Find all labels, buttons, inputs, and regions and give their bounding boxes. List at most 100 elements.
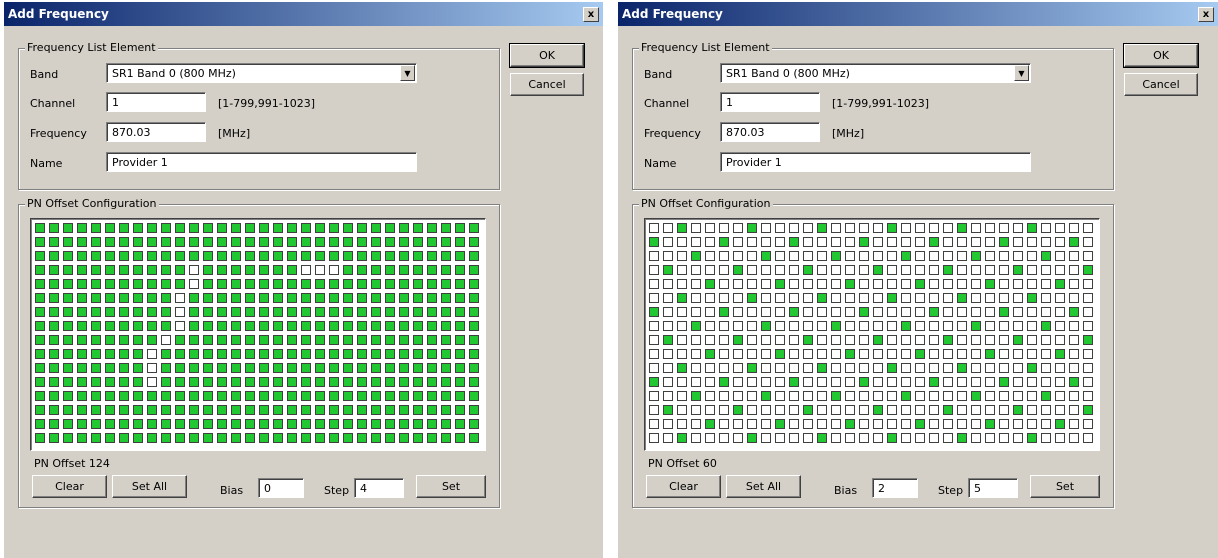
pn-offset-cell[interactable] [273,293,283,303]
pn-offset-cell[interactable] [873,335,883,345]
pn-offset-cell[interactable] [915,433,925,443]
pn-offset-cell[interactable] [789,251,799,261]
pn-offset-cell[interactable] [189,363,199,373]
pn-offset-cell[interactable] [63,293,73,303]
pn-offset-cell[interactable] [35,363,45,373]
pn-offset-cell[interactable] [469,321,479,331]
pn-offset-cell[interactable] [371,307,381,317]
pn-offset-cell[interactable] [49,237,59,247]
pn-offset-cell[interactable] [705,349,715,359]
pn-offset-cell[interactable] [1027,321,1037,331]
pn-offset-cell[interactable] [35,335,45,345]
pn-offset-cell[interactable] [761,321,771,331]
pn-offset-cell[interactable] [831,433,841,443]
pn-offset-cell[interactable] [775,237,785,247]
pn-offset-cell[interactable] [301,223,311,233]
pn-offset-cell[interactable] [971,363,981,373]
pn-offset-cell[interactable] [929,419,939,429]
pn-offset-cell[interactable] [77,237,87,247]
pn-offset-cell[interactable] [1083,349,1093,359]
pn-offset-cell[interactable] [413,405,423,415]
pn-offset-cell[interactable] [133,265,143,275]
pn-offset-cell[interactable] [189,237,199,247]
pn-offset-cell[interactable] [315,307,325,317]
pn-offset-cell[interactable] [1013,349,1023,359]
pn-offset-cell[interactable] [691,251,701,261]
pn-offset-cell[interactable] [105,419,115,429]
pn-offset-cell[interactable] [119,405,129,415]
pn-offset-cell[interactable] [259,223,269,233]
pn-offset-cell[interactable] [427,251,437,261]
pn-offset-cell[interactable] [1041,251,1051,261]
name-input[interactable]: Provider 1 [106,152,417,172]
pn-offset-cell[interactable] [217,419,227,429]
pn-offset-cell[interactable] [245,419,255,429]
pn-offset-cell[interactable] [105,237,115,247]
pn-offset-cell[interactable] [329,279,339,289]
pn-offset-cell[interactable] [119,363,129,373]
pn-offset-cell[interactable] [343,265,353,275]
pn-offset-cell[interactable] [957,307,967,317]
pn-offset-cell[interactable] [49,405,59,415]
pn-offset-cell[interactable] [441,293,451,303]
pn-offset-cell[interactable] [971,279,981,289]
pn-offset-cell[interactable] [399,307,409,317]
pn-offset-cell[interactable] [789,321,799,331]
pn-offset-cell[interactable] [357,279,367,289]
pn-offset-cell[interactable] [747,265,757,275]
pn-offset-cell[interactable] [455,251,465,261]
pn-offset-cell[interactable] [399,293,409,303]
pn-offset-cell[interactable] [775,335,785,345]
pn-offset-cell[interactable] [189,391,199,401]
pn-offset-cell[interactable] [49,293,59,303]
pn-offset-cell[interactable] [343,293,353,303]
pn-offset-cell[interactable] [63,251,73,261]
pn-offset-cell[interactable] [91,363,101,373]
cancel-button[interactable]: Cancel [1124,73,1198,96]
pn-offset-cell[interactable] [705,391,715,401]
pn-offset-cell[interactable] [957,405,967,415]
pn-offset-cell[interactable] [273,405,283,415]
pn-offset-cell[interactable] [357,265,367,275]
pn-offset-cell[interactable] [887,265,897,275]
pn-offset-cell[interactable] [105,223,115,233]
bias-input[interactable]: 2 [872,478,918,498]
pn-offset-cell[interactable] [761,279,771,289]
pn-offset-cell[interactable] [259,279,269,289]
pn-offset-cell[interactable] [133,363,143,373]
pn-offset-cell[interactable] [873,307,883,317]
pn-offset-cell[interactable] [649,251,659,261]
pn-offset-cell[interactable] [175,349,185,359]
pn-offset-cell[interactable] [831,363,841,373]
pn-offset-cell[interactable] [663,363,673,373]
pn-offset-cell[interactable] [63,237,73,247]
pn-offset-cell[interactable] [399,223,409,233]
pn-offset-cell[interactable] [929,223,939,233]
pn-offset-cell[interactable] [1083,307,1093,317]
pn-offset-cell[interactable] [357,405,367,415]
pn-offset-cell[interactable] [831,419,841,429]
pn-offset-cell[interactable] [1069,419,1079,429]
pn-offset-cell[interactable] [133,377,143,387]
pn-offset-cell[interactable] [35,265,45,275]
pn-offset-cell[interactable] [1013,293,1023,303]
pn-offset-cell[interactable] [119,307,129,317]
pn-offset-cell[interactable] [873,405,883,415]
pn-offset-cell[interactable] [1069,237,1079,247]
pn-offset-cell[interactable] [161,405,171,415]
pn-offset-cell[interactable] [259,363,269,373]
pn-offset-cell[interactable] [929,307,939,317]
pn-offset-cell[interactable] [259,265,269,275]
pn-offset-cell[interactable] [915,335,925,345]
pn-offset-cell[interactable] [413,265,423,275]
pn-offset-cell[interactable] [49,321,59,331]
pn-offset-cell[interactable] [887,223,897,233]
pn-offset-cell[interactable] [845,433,855,443]
pn-offset-cell[interactable] [413,223,423,233]
pn-offset-cell[interactable] [105,363,115,373]
pn-offset-cell[interactable] [1069,349,1079,359]
pn-offset-cell[interactable] [677,293,687,303]
pn-offset-cell[interactable] [943,251,953,261]
pn-offset-cell[interactable] [273,279,283,289]
pn-offset-cell[interactable] [259,321,269,331]
